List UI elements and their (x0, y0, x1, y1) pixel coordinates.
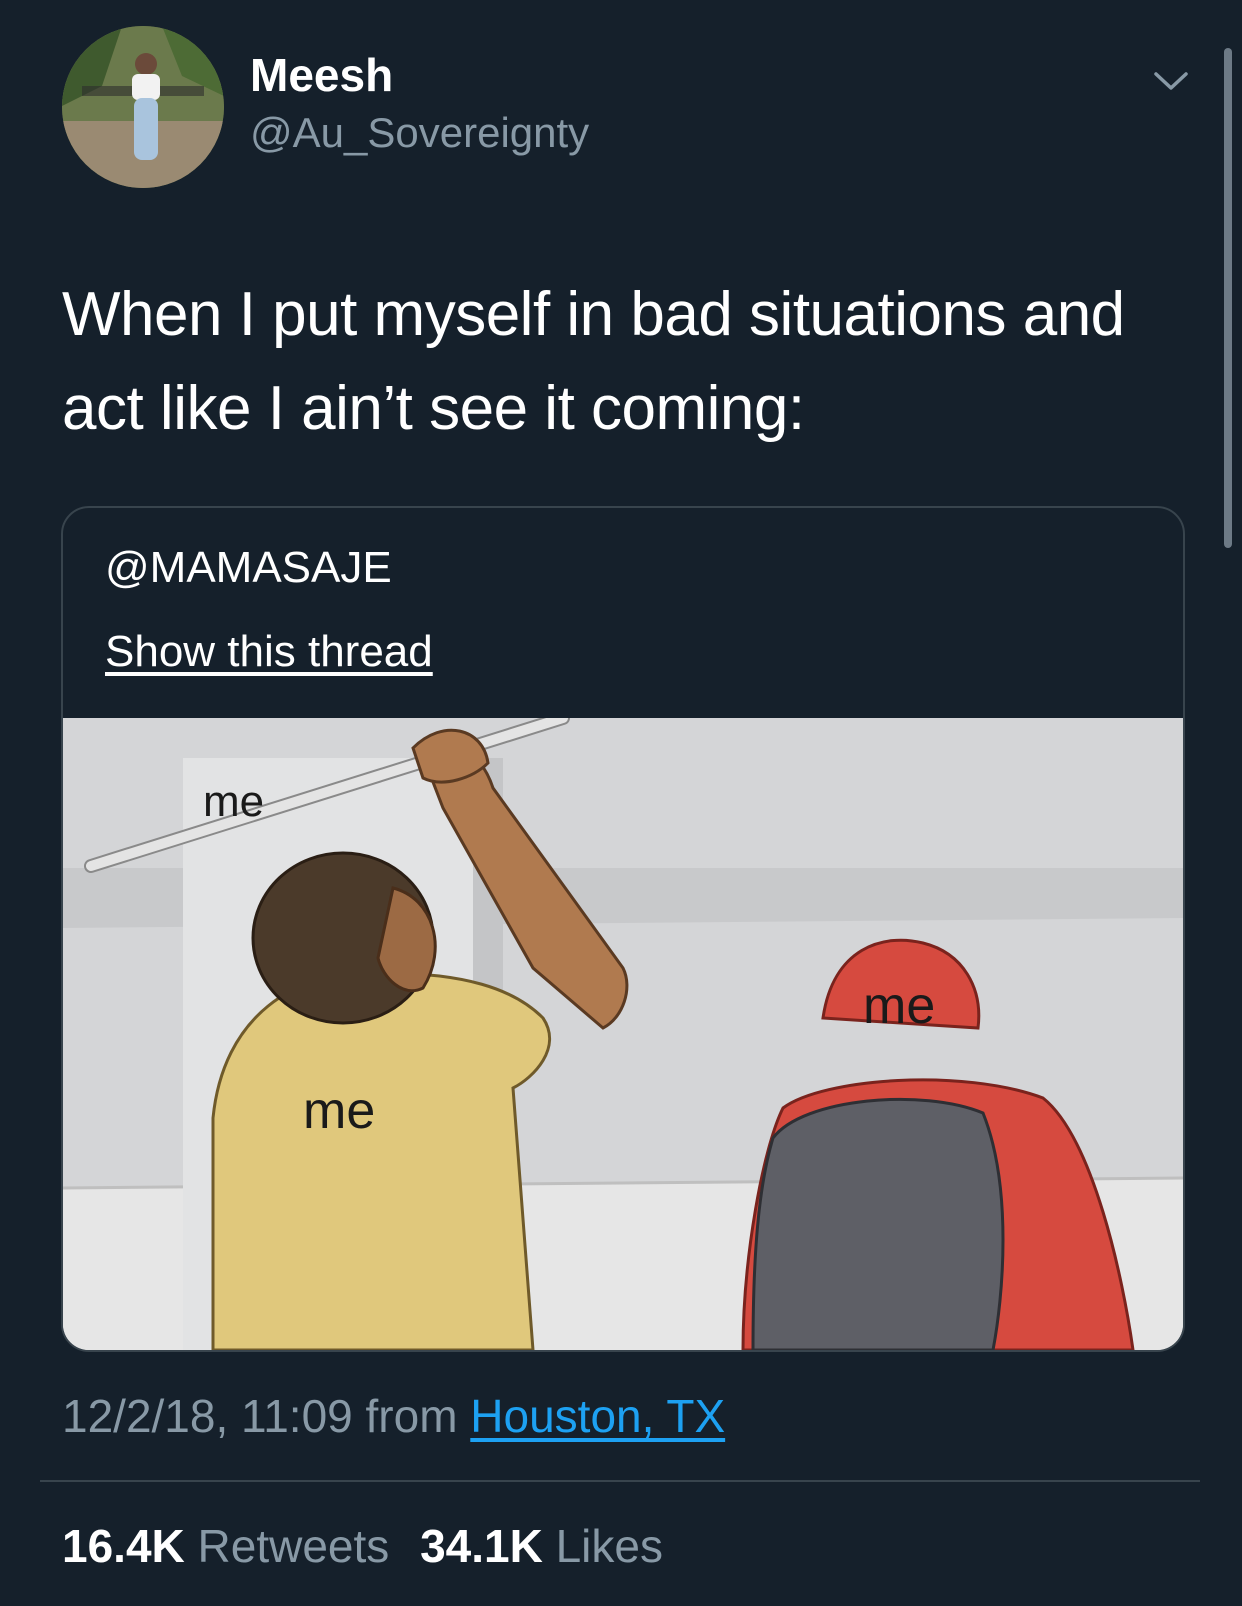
retweets-label: Retweets (197, 1520, 390, 1572)
retweets-count: 16.4K (62, 1520, 185, 1572)
show-thread-link[interactable]: Show this thread (105, 624, 433, 680)
likes-label: Likes (555, 1520, 663, 1572)
likes-stat[interactable]: 34.1K Likes (420, 1520, 663, 1572)
chevron-down-icon[interactable] (1152, 64, 1190, 98)
display-name[interactable]: Meesh (250, 48, 393, 102)
engagement-stats: 16.4K Retweets 34.1K Likes (62, 1518, 681, 1574)
quoted-tweet-author[interactable]: @MAMASAJE (105, 540, 392, 596)
user-handle[interactable]: @Au_Sovereignty (250, 108, 589, 158)
tweet-meta: 12/2/18, 11:09 from Houston, TX (62, 1388, 725, 1444)
divider (40, 1480, 1200, 1482)
victim-label: me (863, 977, 935, 1035)
retweets-stat[interactable]: 16.4K Retweets (62, 1520, 402, 1572)
meme-illustration: me me me (63, 718, 1183, 1350)
from-label: from (365, 1390, 458, 1442)
attacker-label: me (303, 1082, 375, 1140)
stick-label: me (203, 777, 264, 826)
avatar-photo (62, 26, 224, 188)
scrollbar[interactable] (1224, 48, 1232, 548)
location-link[interactable]: Houston, TX (470, 1390, 725, 1442)
tweet-text: When I put myself in bad situations and … (62, 280, 1125, 443)
avatar[interactable] (62, 26, 224, 188)
quoted-tweet-card[interactable]: @MAMASAJE Show this thread me me me (61, 506, 1185, 1352)
timestamp[interactable]: 12/2/18, 11:09 (62, 1390, 353, 1442)
likes-count: 34.1K (420, 1520, 543, 1572)
meme-image[interactable]: me me me (63, 718, 1183, 1350)
